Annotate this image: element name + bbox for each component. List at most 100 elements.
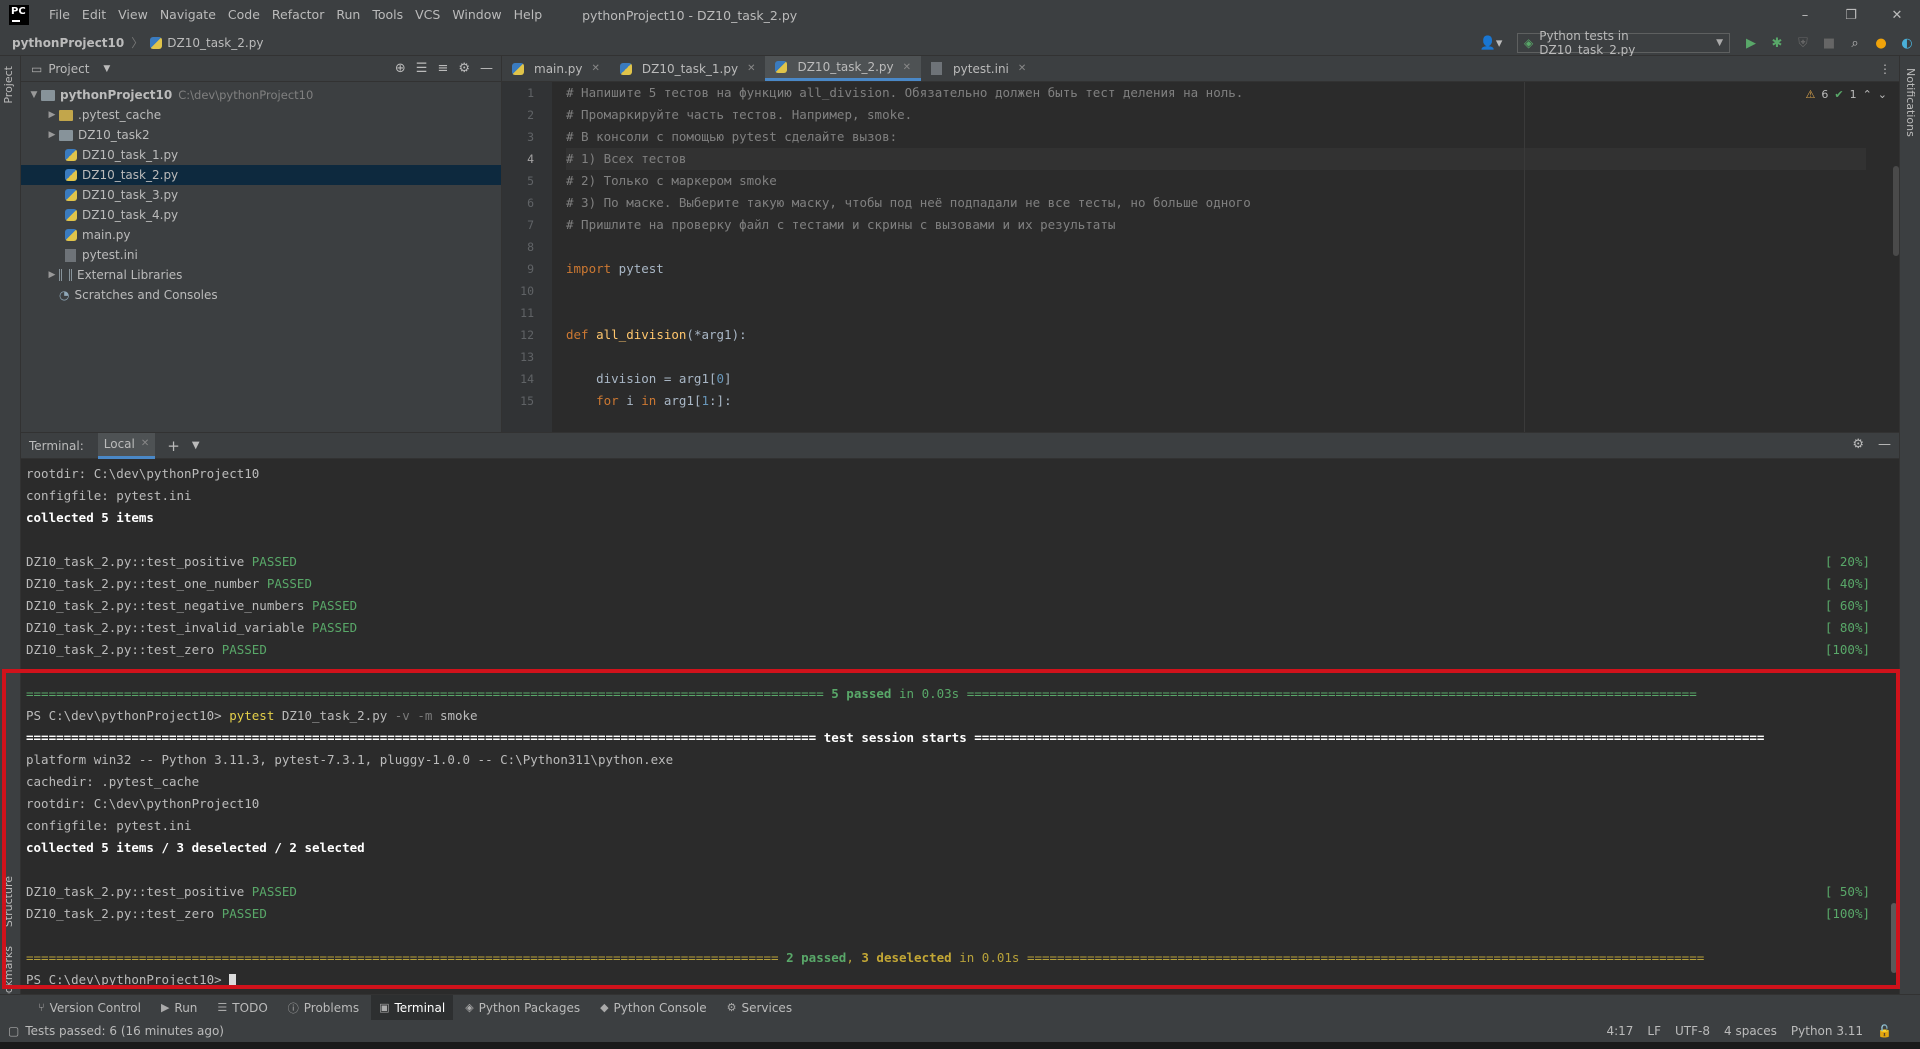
menu-vcs[interactable]: VCS (409, 0, 446, 30)
close-tab-icon[interactable]: ✕ (141, 431, 149, 457)
status-message[interactable]: ▢ Tests passed: 6 (16 minutes ago) (8, 1024, 224, 1038)
tree-external-libraries[interactable]: ▶ External Libraries (21, 265, 501, 285)
panel-toggle-icon[interactable]: ▢ (8, 1024, 19, 1038)
editor-tab-main[interactable]: main.py ✕ (502, 56, 610, 81)
tree-item[interactable]: DZ10_task_4.py (21, 205, 501, 225)
collapsed-arrow-icon[interactable]: ▶ (45, 110, 59, 120)
gear-icon[interactable]: ⚙ (458, 61, 470, 76)
status-right: 4:17 LF UTF-8 4 spaces Python 3.11 🔓 (1606, 1020, 1892, 1042)
notifications-tool-tab[interactable]: Notifications (1904, 68, 1917, 137)
tree-item[interactable]: DZ10_task_1.py (21, 145, 501, 165)
line-number: 4 (527, 152, 534, 166)
user-icon[interactable]: 👤▾ (1479, 36, 1503, 51)
gear-icon[interactable]: ⚙ (1852, 437, 1864, 452)
interpreter[interactable]: Python 3.11 (1791, 1024, 1863, 1038)
line-separator[interactable]: LF (1647, 1024, 1661, 1038)
toolwin-python-console[interactable]: ◆ Python Console (592, 995, 715, 1021)
menu-refactor[interactable]: Refactor (266, 0, 330, 30)
lock-icon[interactable]: 🔓 (1877, 1024, 1892, 1038)
breadcrumb-file[interactable]: DZ10_task_2.py (167, 36, 263, 50)
tree-item[interactable]: main.py (21, 225, 501, 245)
menu-view[interactable]: View (112, 0, 154, 30)
tree-item[interactable]: ▶ DZ10_task2 (21, 125, 501, 145)
breadcrumb-project[interactable]: pythonProject10 (12, 36, 124, 50)
close-tab-icon[interactable]: ✕ (747, 63, 755, 74)
structure-tool-tab[interactable]: Structure (2, 876, 15, 927)
right-tool-strip: Notifications (1899, 56, 1920, 994)
menu-tools[interactable]: Tools (366, 0, 409, 30)
inspection-widget[interactable]: ⚠ 6 ✔ 1 ⌃ ⌄ (1805, 88, 1887, 101)
terminal-line: configfile: pytest.ini (26, 818, 192, 833)
editor-tab-task2[interactable]: DZ10_task_2.py ✕ (765, 56, 922, 81)
close-tab-icon[interactable]: ✕ (903, 62, 911, 73)
locate-icon[interactable]: ⊕ (395, 61, 406, 76)
library-icon (59, 269, 72, 281)
minimize-button[interactable]: – (1782, 0, 1828, 30)
tree-root[interactable]: ▼ pythonProject10 C:\dev\pythonProject10 (21, 85, 501, 105)
stop-icon[interactable]: ■ (1816, 36, 1842, 51)
editor-scrollbar[interactable] (1893, 166, 1899, 256)
toolwin-problems[interactable]: ⓘ Problems (280, 995, 367, 1021)
tree-item-selected[interactable]: DZ10_task_2.py (21, 165, 501, 185)
test-result-line: DZ10_task_2.py::test_positive PASSED [ 20… (26, 551, 1888, 573)
collapsed-arrow-icon[interactable]: ▶ (45, 130, 59, 140)
chevron-down-icon[interactable]: ▼ (192, 440, 200, 451)
file-encoding[interactable]: UTF-8 (1675, 1024, 1710, 1038)
toolwin-services[interactable]: ⚙ Services (719, 995, 800, 1021)
update-icon[interactable]: ● (1868, 36, 1894, 51)
menu-window[interactable]: Window (446, 0, 507, 30)
tree-item[interactable]: pytest.ini (21, 245, 501, 265)
close-tab-icon[interactable]: ✕ (592, 63, 600, 74)
search-icon[interactable]: ⌕ (1842, 36, 1868, 51)
terminal-line: configfile: pytest.ini (26, 488, 192, 503)
menu-run[interactable]: Run (330, 0, 366, 30)
coverage-icon[interactable]: ⛨ (1790, 36, 1816, 51)
menu-file[interactable]: File (43, 0, 76, 30)
run-icon[interactable]: ▶ (1738, 36, 1764, 51)
terminal-scrollbar[interactable] (1891, 903, 1897, 973)
tree-item[interactable]: ▶ .pytest_cache (21, 105, 501, 125)
more-tabs-icon[interactable]: ⋮ (1871, 56, 1899, 81)
project-panel-title[interactable]: Project (48, 62, 89, 76)
toolwin-run[interactable]: ▶ Run (153, 995, 205, 1021)
editor-tab-task1[interactable]: DZ10_task_1.py ✕ (610, 56, 766, 81)
chevron-down-icon[interactable]: ▼ (103, 64, 110, 74)
restore-button[interactable]: ❐ (1828, 0, 1874, 30)
code-area[interactable]: # Напишите 5 тестов на функцию all_divis… (566, 82, 1866, 412)
toolwin-python-packages[interactable]: ◈ Python Packages (457, 995, 588, 1021)
menu-help[interactable]: Help (508, 0, 549, 30)
toolwin-todo[interactable]: ☰ TODO (209, 995, 275, 1021)
python-file-icon (775, 61, 788, 73)
project-tool-tab[interactable]: Project (2, 66, 15, 104)
menu-edit[interactable]: Edit (76, 0, 112, 30)
chevron-up-icon[interactable]: ⌃ (1863, 88, 1872, 101)
terminal-tab-local[interactable]: Local ✕ (97, 431, 156, 459)
editor-tab-pytest-ini[interactable]: pytest.ini ✕ (921, 56, 1036, 81)
toolwin-label: Run (174, 1000, 198, 1015)
hide-icon[interactable]: — (1878, 437, 1891, 452)
expand-all-icon[interactable]: ☰ (416, 61, 428, 76)
menu-navigate[interactable]: Navigate (154, 0, 222, 30)
project-panel-header: ▭ Project ▼ ⊕ ☰ ≡ ⚙ — (21, 56, 501, 82)
terminal-output[interactable]: rootdir: C:\dev\pythonProject10 configfi… (26, 463, 1888, 991)
close-tab-icon[interactable]: ✕ (1018, 63, 1026, 74)
expanded-arrow-icon[interactable]: ▼ (27, 90, 41, 100)
tree-scratches[interactable]: ◔ Scratches and Consoles (21, 285, 501, 305)
menu-code[interactable]: Code (222, 0, 266, 30)
collapsed-arrow-icon[interactable]: ▶ (45, 270, 59, 280)
chevron-down-icon[interactable]: ⌄ (1878, 88, 1887, 101)
toolwin-terminal[interactable]: ▣ Terminal (371, 994, 454, 1021)
caret-position[interactable]: 4:17 (1606, 1024, 1633, 1038)
indent-setting[interactable]: 4 spaces (1724, 1024, 1777, 1038)
hide-icon[interactable]: — (480, 61, 493, 76)
tab-label: pytest.ini (953, 61, 1009, 76)
close-button[interactable]: ✕ (1874, 0, 1920, 30)
run-configuration-select[interactable]: ◈ Python tests in DZ10_task_2.py ▼ (1517, 29, 1730, 57)
toolwin-version-control[interactable]: ⑂ Version Control (30, 995, 149, 1021)
code-line: # Пришлите на проверку файл с тестами и … (566, 217, 1116, 232)
tree-item[interactable]: DZ10_task_3.py (21, 185, 501, 205)
new-terminal-icon[interactable]: + (167, 437, 180, 455)
debug-icon[interactable]: ✱ (1764, 36, 1790, 51)
collapse-all-icon[interactable]: ≡ (437, 61, 448, 76)
jetbrains-ai-icon[interactable]: ◐ (1894, 36, 1920, 51)
